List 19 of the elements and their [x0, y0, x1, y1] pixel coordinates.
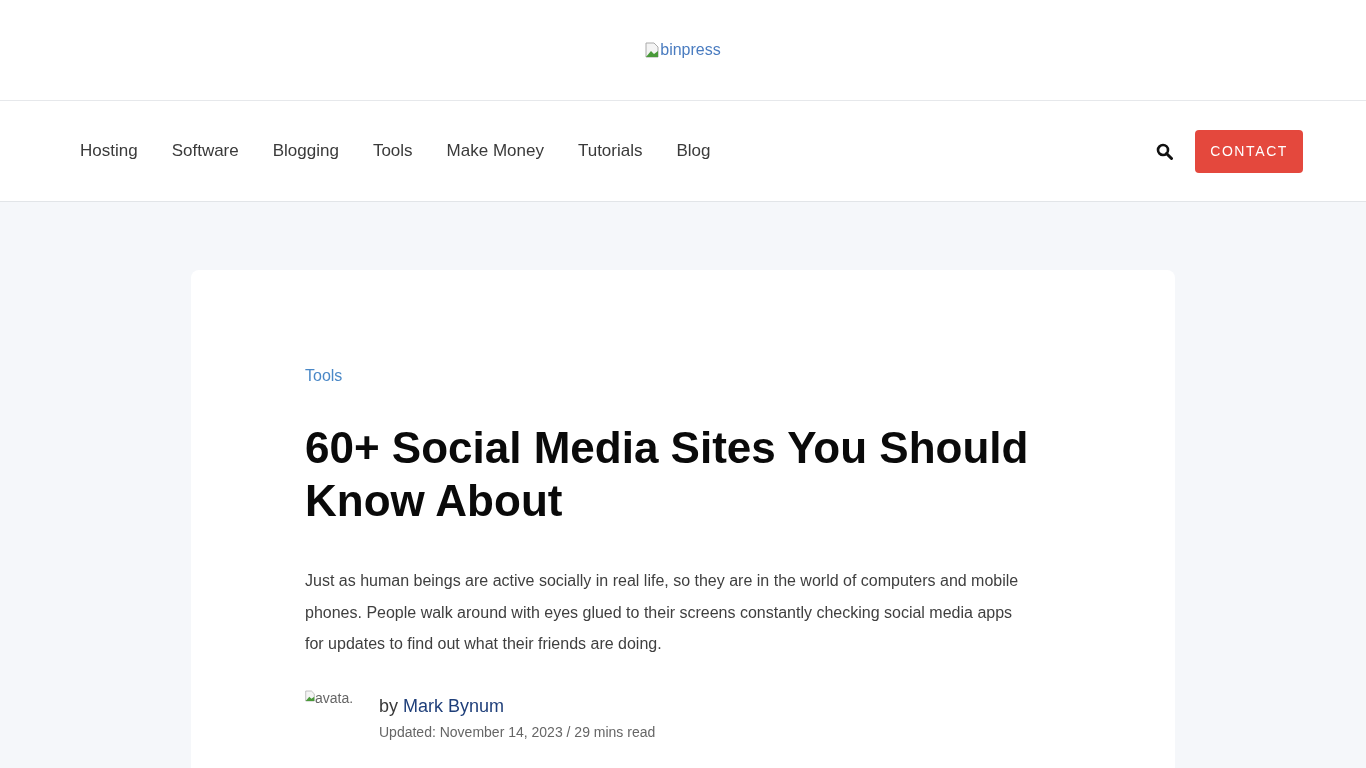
- post-meta: Updated: November 14, 2023 / 29 mins read: [379, 723, 656, 740]
- contact-button[interactable]: CONTACT: [1195, 129, 1303, 173]
- nav-link[interactable]: Software: [171, 141, 239, 161]
- broken-image-icon: [305, 689, 315, 702]
- avatar-alt-text: avata.: [315, 689, 354, 706]
- nav-link[interactable]: Blogging: [272, 141, 339, 161]
- article-title: 60+ Social Media Sites You Should Know About: [305, 422, 1030, 527]
- nav-link[interactable]: Tools: [372, 141, 413, 161]
- broken-image-icon: [645, 42, 660, 58]
- logo-alt-text[interactable]: binpress: [660, 41, 721, 59]
- nav-link[interactable]: Blog: [676, 141, 711, 161]
- search-icon[interactable]: [1156, 142, 1174, 160]
- nav-link[interactable]: Tutorials: [577, 141, 643, 161]
- nav-link[interactable]: Hosting: [80, 141, 138, 161]
- byline-prefix: by: [379, 695, 398, 717]
- category-link[interactable]: Tools: [305, 367, 343, 384]
- article-intro: Just as human beings are active socially in real life, so they are in the world of computers and mobile phones. People walk around with eyes glued to their screens constantly checking social media apps for updates to find out what their friends are doing.: [305, 571, 1020, 654]
- nav-link[interactable]: Make Money: [446, 141, 544, 161]
- author-link[interactable]: Mark Bynum: [403, 695, 505, 717]
